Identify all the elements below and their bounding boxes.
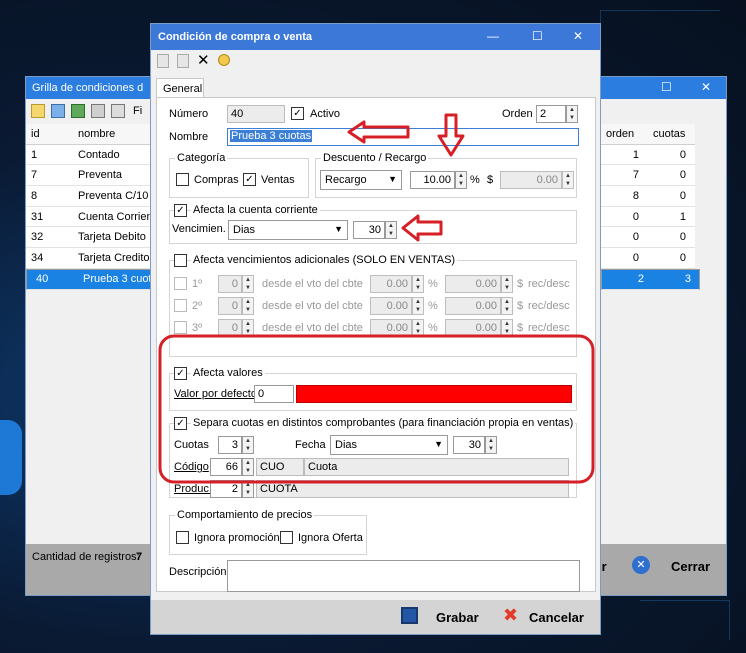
- annotation-arrow-down: [437, 113, 465, 157]
- annotation-highlight-box: [158, 334, 595, 484]
- annotation-arrow-left: [347, 120, 410, 144]
- annotation-arrow-left-2: [401, 214, 443, 242]
- annotation-overlay: [158, 113, 595, 484]
